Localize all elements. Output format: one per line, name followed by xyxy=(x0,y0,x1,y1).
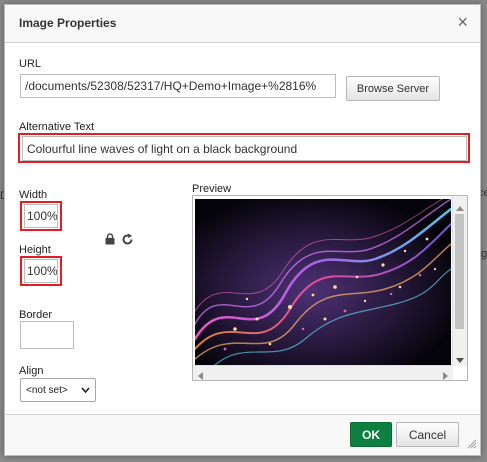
border-input[interactable] xyxy=(20,321,74,349)
height-highlight xyxy=(20,256,62,286)
border-label: Border xyxy=(19,309,53,321)
lock-icon[interactable] xyxy=(104,233,116,245)
width-label: Width xyxy=(19,189,48,201)
scroll-down-icon[interactable] xyxy=(456,353,464,367)
chevron-down-icon xyxy=(81,386,90,397)
preview-box xyxy=(192,195,468,381)
scroll-up-icon[interactable] xyxy=(456,200,464,214)
alt-text-highlight xyxy=(18,133,470,163)
align-select[interactable]: <not set> xyxy=(20,378,96,402)
cancel-button[interactable]: Cancel xyxy=(396,422,459,447)
reset-size-icon[interactable] xyxy=(121,233,134,246)
image-properties-dialog: Image Properties × URL /documents/52308/… xyxy=(4,4,481,456)
dialog-footer: OK Cancel xyxy=(5,414,480,455)
close-icon[interactable]: × xyxy=(457,13,468,31)
browse-server-button[interactable]: Browse Server xyxy=(346,76,440,101)
preview-label: Preview xyxy=(192,183,232,195)
url-input[interactable]: /documents/52308/52317/HQ+Demo+Image+%28… xyxy=(20,74,336,98)
preview-image xyxy=(195,199,451,365)
url-label: URL xyxy=(19,58,42,70)
alt-text-label: Alternative Text xyxy=(19,121,95,133)
ok-button[interactable]: OK xyxy=(350,422,392,447)
height-label: Height xyxy=(19,244,51,256)
preview-vertical-scrollbar[interactable] xyxy=(452,196,467,366)
preview-horizontal-scrollbar[interactable] xyxy=(193,365,453,380)
scroll-left-icon[interactable] xyxy=(197,369,203,380)
resize-handle-icon[interactable] xyxy=(467,438,477,452)
vertical-scroll-thumb[interactable] xyxy=(455,214,464,329)
align-label: Align xyxy=(19,365,44,377)
dialog-titlebar[interactable]: Image Properties × xyxy=(5,5,480,43)
background-text-right-2: g xyxy=(481,248,487,260)
dialog-title: Image Properties xyxy=(19,16,117,30)
scroll-right-icon[interactable] xyxy=(443,369,449,380)
width-highlight xyxy=(20,201,62,231)
align-select-value: <not set> xyxy=(26,384,68,396)
